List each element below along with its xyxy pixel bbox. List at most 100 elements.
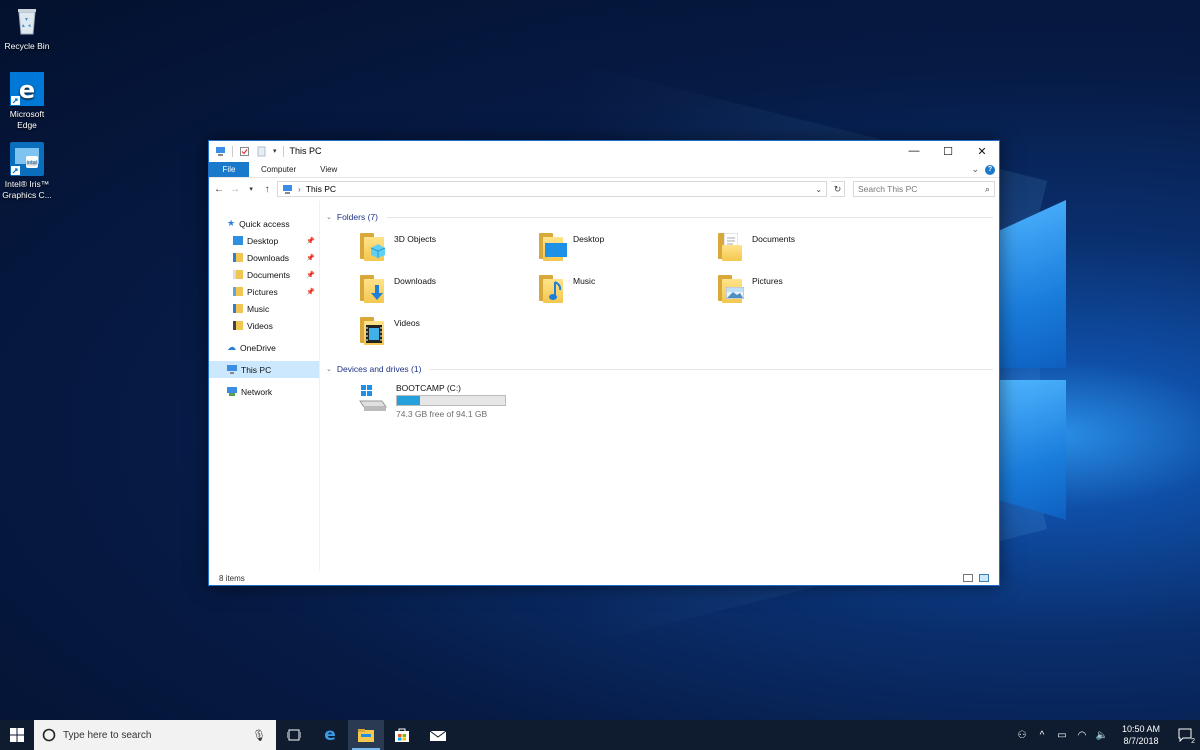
desktop-icon-intel[interactable]: intel Intel® Iris™ Graphics C...	[0, 142, 54, 201]
clock[interactable]: 10:50 AM 8/7/2018	[1112, 723, 1170, 747]
battery-icon[interactable]: ▭	[1052, 730, 1072, 741]
nav-this-pc[interactable]: This PC	[209, 361, 319, 378]
taskbar-mail[interactable]	[420, 720, 456, 750]
view-switcher	[963, 574, 989, 582]
folders-group-header[interactable]: ⌄ Folders (7)	[326, 209, 993, 225]
taskbar-file-explorer[interactable]	[348, 720, 384, 750]
window-title: This PC	[289, 146, 322, 156]
drive-details: BOOTCAMP (C:) 74.3 GB free of 94.1 GB	[396, 383, 506, 419]
nav-item-documents[interactable]: Documents 📌	[209, 266, 319, 283]
help-icon[interactable]: ?	[985, 164, 995, 175]
nav-label: Network	[241, 386, 273, 397]
tab-file[interactable]: File	[209, 162, 249, 177]
folder-downloads[interactable]: Downloads	[360, 271, 539, 313]
address-dropdown-icon[interactable]: ⌄	[815, 185, 822, 194]
drive-item[interactable]: BOOTCAMP (C:) 74.3 GB free of 94.1 GB	[326, 383, 993, 419]
folder-3d-objects[interactable]: 3D Objects	[360, 229, 539, 271]
drive-name: BOOTCAMP (C:)	[396, 383, 462, 393]
refresh-button[interactable]: ↻	[831, 181, 846, 197]
action-center-button[interactable]: 2	[1170, 720, 1200, 750]
nav-network[interactable]: Network	[209, 383, 319, 400]
nav-item-desktop[interactable]: Desktop 📌	[209, 232, 319, 249]
nav-onedrive[interactable]: ☁ OneDrive	[209, 339, 319, 356]
recycle-bin-icon	[10, 4, 44, 38]
cortana-icon	[42, 728, 56, 742]
3d-objects-folder-icon	[360, 231, 386, 261]
show-hidden-icons-icon[interactable]: ^	[1032, 730, 1052, 741]
tab-computer[interactable]: Computer	[249, 162, 308, 177]
windows-logo-icon	[10, 728, 24, 742]
taskbar-search-box[interactable]: Type here to search 🎙	[34, 720, 276, 750]
nav-quick-access[interactable]: ★ Quick access	[209, 215, 319, 232]
divider	[430, 368, 993, 370]
nav-label: Desktop	[247, 235, 279, 246]
divider	[232, 145, 233, 157]
downloads-folder-icon	[233, 253, 243, 262]
nav-item-pictures[interactable]: Pictures 📌	[209, 283, 319, 300]
folder-desktop[interactable]: Desktop	[539, 229, 718, 271]
desktop-icon-recycle-bin[interactable]: Recycle Bin	[0, 4, 54, 52]
pin-icon[interactable]: 📌	[306, 254, 315, 262]
folder-pictures[interactable]: Pictures	[718, 271, 897, 313]
close-button[interactable]: ✕	[965, 141, 999, 162]
item-count: 8 items	[219, 573, 245, 583]
nav-label: OneDrive	[240, 342, 276, 353]
people-icon[interactable]: ⚇	[1012, 730, 1032, 741]
search-input[interactable]: Search This PC ⌕	[853, 181, 996, 197]
nav-label: Documents	[247, 269, 290, 280]
properties-icon[interactable]	[239, 146, 250, 157]
up-button[interactable]: ↑	[261, 184, 273, 195]
breadcrumb[interactable]: This PC	[306, 184, 336, 194]
videos-folder-icon	[233, 321, 243, 330]
pin-icon[interactable]: 📌	[306, 271, 315, 279]
expand-ribbon-icon[interactable]: ⌄	[971, 164, 979, 175]
windows-logo-pane	[1000, 380, 1066, 520]
divider	[386, 216, 993, 218]
wifi-icon[interactable]: ◠	[1072, 730, 1092, 741]
details-view-icon[interactable]	[963, 574, 973, 582]
forward-button[interactable]: →	[229, 184, 241, 195]
store-icon	[395, 728, 409, 742]
desktop-icon-edge[interactable]: e Microsoft Edge	[0, 72, 54, 131]
navigation-pane[interactable]: ★ Quick access Desktop 📌 Downloads 📌 Doc…	[209, 201, 320, 571]
desktop-icon-label: Recycle Bin	[4, 41, 50, 51]
breadcrumb-chevron-icon[interactable]: ›	[298, 185, 301, 194]
group-label: Folders (7)	[336, 212, 378, 222]
search-icon: ⌕	[984, 183, 991, 194]
nav-item-downloads[interactable]: Downloads 📌	[209, 249, 319, 266]
collapse-chevron-icon[interactable]: ⌄	[326, 213, 332, 221]
folder-videos[interactable]: Videos	[360, 313, 539, 355]
folder-label: Music	[573, 276, 596, 286]
devices-group-header[interactable]: ⌄ Devices and drives (1)	[326, 361, 993, 377]
qat-dropdown-icon[interactable]: ▾	[273, 147, 277, 155]
folder-documents[interactable]: Documents	[718, 229, 897, 271]
pictures-folder-icon	[233, 287, 243, 296]
task-view-button[interactable]	[276, 720, 312, 750]
notification-count: 2	[1191, 738, 1195, 745]
mail-icon	[430, 730, 446, 741]
tab-view[interactable]: View	[308, 162, 349, 177]
address-bar[interactable]: › This PC ⌄	[277, 181, 828, 197]
maximize-button[interactable]: ☐	[931, 141, 965, 162]
recent-locations-icon[interactable]: ▾	[245, 185, 257, 193]
new-folder-icon[interactable]	[256, 146, 267, 157]
taskbar-edge[interactable]: e	[312, 720, 348, 750]
pin-icon[interactable]: 📌	[306, 288, 315, 296]
system-tray: ⚇ ^ ▭ ◠ 🔈 10:50 AM 8/7/2018 2	[1012, 720, 1200, 750]
ribbon-right-controls: ⌄ ?	[971, 162, 999, 177]
folder-music[interactable]: Music	[539, 271, 718, 313]
microphone-icon[interactable]: 🎙	[252, 729, 266, 742]
svg-text:intel: intel	[27, 160, 38, 166]
title-bar[interactable]: ▾ This PC — ☐ ✕	[209, 141, 999, 162]
large-icons-view-icon[interactable]	[979, 574, 989, 582]
minimize-button[interactable]: —	[897, 141, 931, 162]
start-button[interactable]	[0, 720, 34, 750]
pin-icon[interactable]: 📌	[306, 237, 315, 245]
folder-label: Downloads	[394, 276, 437, 286]
nav-item-videos[interactable]: Videos	[209, 317, 319, 334]
taskbar-store[interactable]	[384, 720, 420, 750]
collapse-chevron-icon[interactable]: ⌄	[326, 365, 332, 373]
nav-item-music[interactable]: Music	[209, 300, 319, 317]
back-button[interactable]: ←	[213, 184, 225, 195]
volume-muted-icon[interactable]: 🔈	[1092, 730, 1112, 741]
